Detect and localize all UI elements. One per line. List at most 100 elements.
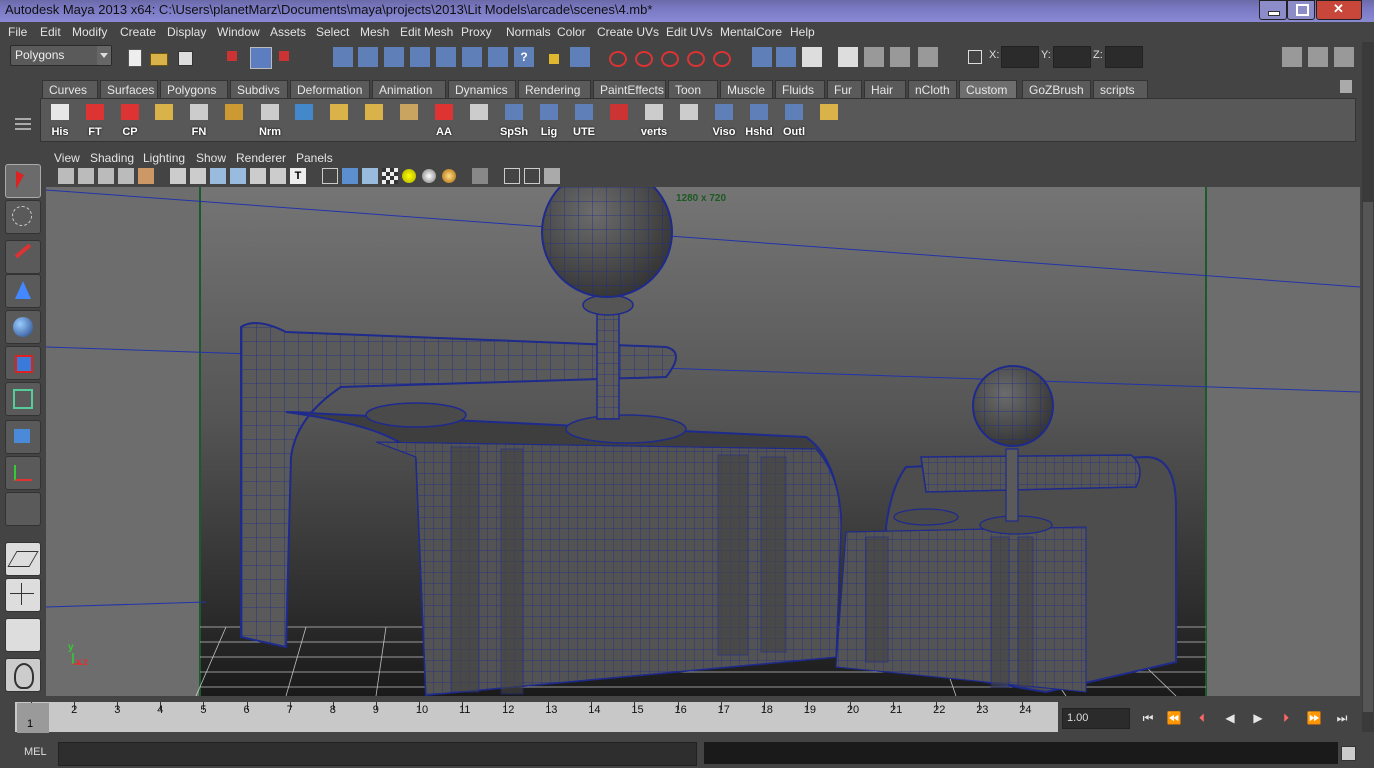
batch-render-icon[interactable] xyxy=(890,47,910,67)
snap-grid-icon[interactable] xyxy=(333,47,353,67)
shelf-tab-fluids[interactable]: Fluids xyxy=(775,80,825,98)
use-all-lights-icon[interactable] xyxy=(402,169,416,183)
shelf-tab-deformation[interactable]: Deformation xyxy=(290,80,370,98)
render-region-icon[interactable] xyxy=(918,47,938,67)
shelf-tab-curves[interactable]: Curves xyxy=(42,80,98,98)
shelf-button-icon-8[interactable] xyxy=(324,102,354,138)
menu-create-uvs[interactable]: Create UVs xyxy=(597,25,659,39)
select-tool[interactable] xyxy=(5,164,41,198)
shelf-tab-scripts[interactable]: scripts xyxy=(1093,80,1148,98)
snap-point-icon[interactable] xyxy=(384,47,404,67)
panel-menu-shading[interactable]: Shading xyxy=(90,151,134,165)
hypershade-icon[interactable] xyxy=(711,47,731,67)
save-scene-icon[interactable] xyxy=(175,48,195,68)
menu-edit[interactable]: Edit xyxy=(40,25,61,39)
image-plane-icon[interactable] xyxy=(118,168,134,184)
safe-title-icon[interactable]: T xyxy=(290,168,306,184)
select-by-hierarchy-icon[interactable] xyxy=(224,48,244,68)
shelf-tab-ncloth[interactable]: nCloth xyxy=(908,80,957,98)
close-button[interactable]: ✕ xyxy=(1316,0,1362,20)
make-live-icon[interactable] xyxy=(436,47,456,67)
paint-select-tool[interactable] xyxy=(5,240,41,274)
shelf-button-verts[interactable]: verts xyxy=(639,102,669,138)
panel-menu-lighting[interactable]: Lighting xyxy=(143,151,185,165)
menu-help[interactable]: Help xyxy=(790,25,815,39)
menu-file[interactable]: File xyxy=(8,25,27,39)
construction-history-icon[interactable] xyxy=(607,47,627,67)
right-scrollbar[interactable] xyxy=(1362,42,1374,732)
grid-toggle-icon[interactable] xyxy=(170,168,186,184)
field-chart-icon[interactable] xyxy=(250,168,266,184)
ambient-occlusion-icon[interactable] xyxy=(442,169,456,183)
shelf-button-icon-9[interactable] xyxy=(359,102,389,138)
play-backward-button[interactable]: ◀ xyxy=(1222,710,1238,726)
rename-icon[interactable] xyxy=(776,47,796,67)
y-field[interactable] xyxy=(1053,46,1091,68)
layout-outliner-persp[interactable] xyxy=(5,618,41,652)
rotate-tool[interactable] xyxy=(5,310,41,344)
shelf-tab-hair[interactable]: Hair xyxy=(864,80,906,98)
shelf-button-icon-5[interactable] xyxy=(219,102,249,138)
film-gate-icon[interactable] xyxy=(190,168,206,184)
panel-menu-view[interactable]: View xyxy=(54,151,80,165)
shelf-tab-toon[interactable]: Toon xyxy=(668,80,718,98)
step-back-frame-button[interactable]: ⏴ xyxy=(1194,710,1210,726)
snap-surface-icon[interactable] xyxy=(462,47,482,67)
shelf-button-icon-16[interactable] xyxy=(604,102,634,138)
shelf-button-ute[interactable]: UTE xyxy=(569,102,599,138)
time-slider[interactable]: 123456789101112131415161718192021222324 xyxy=(15,702,1058,732)
shelf-tab-animation[interactable]: Animation xyxy=(372,80,446,98)
transform-mode-icon[interactable] xyxy=(965,47,985,67)
shelf-button-icon-12[interactable] xyxy=(464,102,494,138)
layout-four-view[interactable] xyxy=(5,578,41,612)
shadows-icon[interactable] xyxy=(422,169,436,183)
shelf-button-aa[interactable]: AA xyxy=(429,102,459,138)
step-forward-key-button[interactable]: ⏩ xyxy=(1306,710,1322,726)
command-input[interactable] xyxy=(58,742,697,766)
shelf-tab-surfaces[interactable]: Surfaces xyxy=(100,80,158,98)
step-forward-frame-button[interactable]: ⏵ xyxy=(1278,710,1294,726)
shelf-button-lig[interactable]: Lig xyxy=(534,102,564,138)
camera-attributes-icon[interactable] xyxy=(78,168,94,184)
shelf-trash-icon[interactable] xyxy=(1340,80,1352,93)
menu-display[interactable]: Display xyxy=(167,25,206,39)
scrollbar-thumb[interactable] xyxy=(1363,202,1373,712)
render-current-icon[interactable] xyxy=(633,47,653,67)
script-editor-icon[interactable] xyxy=(1341,746,1356,761)
xray-components-icon[interactable] xyxy=(544,168,560,184)
shelf-button-hshd[interactable]: Hshd xyxy=(744,102,774,138)
smooth-shade-icon[interactable] xyxy=(342,168,358,184)
layout-graph-persp[interactable] xyxy=(5,658,41,692)
tool-settings-icon[interactable] xyxy=(1308,47,1328,67)
shelf-tab-fur[interactable]: Fur xyxy=(827,80,862,98)
z-field[interactable] xyxy=(1105,46,1143,68)
shelf-button-nrm[interactable]: Nrm xyxy=(255,102,285,138)
x-field[interactable] xyxy=(1001,46,1039,68)
menu-edit-mesh[interactable]: Edit Mesh xyxy=(400,25,453,39)
input-line-icon[interactable] xyxy=(752,47,772,67)
shelf-button-his[interactable]: His xyxy=(45,102,75,138)
shelf-tab-dynamics[interactable]: Dynamics xyxy=(448,80,516,98)
menu-mesh[interactable]: Mesh xyxy=(360,25,389,39)
shelf-tab-rendering[interactable]: Rendering xyxy=(518,80,591,98)
menu-mentalcore[interactable]: MentalCore xyxy=(720,25,782,39)
menu-create[interactable]: Create xyxy=(120,25,156,39)
shelf-button-fn[interactable]: FN xyxy=(184,102,214,138)
shelf-tab-painteffects[interactable]: PaintEffects xyxy=(593,80,666,98)
wireframe-on-shaded-icon[interactable] xyxy=(362,168,378,184)
go-to-end-button[interactable]: ⏭ xyxy=(1334,710,1350,726)
panel-menu-panels[interactable]: Panels xyxy=(296,151,333,165)
isolate-select-icon[interactable] xyxy=(472,168,488,184)
textured-icon[interactable] xyxy=(382,168,398,184)
clapper-icon[interactable] xyxy=(864,47,884,67)
shelf-tab-muscle[interactable]: Muscle xyxy=(720,80,773,98)
xray-icon[interactable] xyxy=(504,168,520,184)
2d-pan-zoom-icon[interactable] xyxy=(138,168,154,184)
gate-mask-icon[interactable] xyxy=(230,168,246,184)
menu-select[interactable]: Select xyxy=(316,25,349,39)
select-by-object-icon[interactable] xyxy=(250,47,272,69)
select-highlight-icon[interactable] xyxy=(570,47,590,67)
lock-icon[interactable] xyxy=(544,47,564,67)
maximize-button[interactable] xyxy=(1287,0,1315,20)
current-time-field[interactable]: 1.00 xyxy=(1062,708,1130,729)
